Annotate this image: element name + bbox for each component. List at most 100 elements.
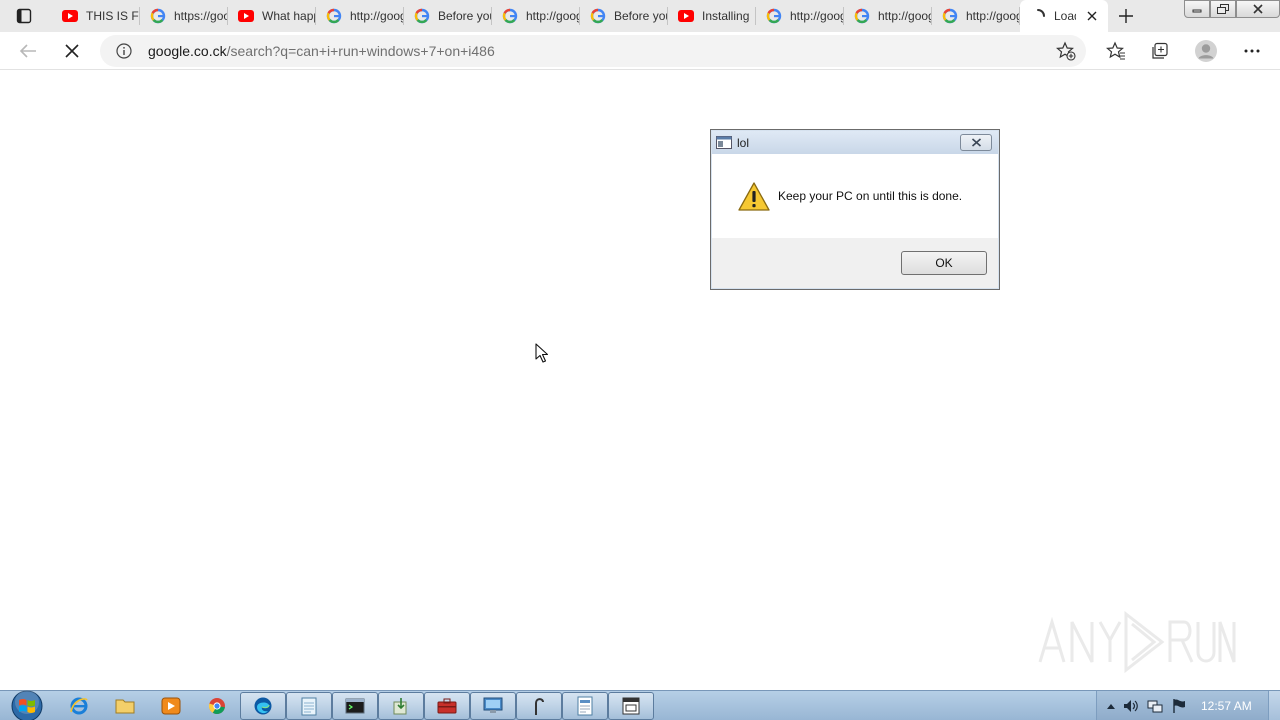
profile-button[interactable] — [1192, 37, 1220, 65]
tab[interactable]: http://google.com — [844, 0, 932, 32]
google-icon — [590, 8, 606, 24]
tab[interactable]: http://google.com — [316, 0, 404, 32]
close-window-button[interactable] — [1236, 0, 1280, 18]
loading-icon — [1030, 8, 1046, 24]
settings-menu-button[interactable] — [1238, 37, 1266, 65]
back-arrow-icon — [19, 44, 36, 58]
flag-icon — [1173, 699, 1185, 713]
avatar — [1195, 40, 1217, 62]
collections-icon — [1152, 42, 1168, 59]
tab[interactable]: Before you continue — [580, 0, 668, 32]
volume-button[interactable] — [1123, 698, 1139, 714]
google-icon — [326, 8, 342, 24]
tab[interactable]: http://google.com — [492, 0, 580, 32]
address-bar[interactable]: google.co.ck/search?q=can+i+run+windows+… — [100, 35, 1086, 67]
terminal-icon — [345, 698, 365, 714]
tab-actions-icon — [16, 8, 32, 24]
mouse-cursor-icon — [535, 343, 549, 363]
internet-explorer-icon — [70, 697, 88, 715]
show-desktop-button[interactable] — [1268, 691, 1280, 720]
cane-icon — [535, 698, 544, 715]
anyrun-watermark-logo — [1038, 610, 1236, 674]
network-button[interactable] — [1147, 698, 1163, 714]
start-button[interactable] — [8, 690, 46, 720]
app-window-icon — [622, 697, 640, 715]
new-tab-button[interactable] — [1112, 4, 1140, 28]
tab[interactable]: THIS IS FLAT EARTH — [52, 0, 140, 32]
dialog-body: Keep your PC on until this is done. — [712, 154, 998, 238]
media-player-icon — [161, 697, 181, 715]
toolbox-icon — [437, 698, 457, 714]
tab-active[interactable]: Loading — [1020, 0, 1108, 32]
tab[interactable]: Before you continue — [404, 0, 492, 32]
restore-button[interactable] — [1210, 0, 1236, 18]
window-controls — [1184, 0, 1280, 18]
taskbar-clock[interactable]: 12:57 AM — [1201, 699, 1252, 713]
add-favorite-icon[interactable] — [1056, 41, 1076, 61]
taskbar-chrome[interactable] — [194, 692, 240, 720]
close-icon — [971, 138, 981, 147]
youtube-icon — [678, 8, 694, 24]
tab-title: http://google.com — [878, 9, 932, 23]
tab[interactable]: https://google.com — [140, 0, 228, 32]
tab-title: http://google.com — [790, 9, 844, 23]
stop-button[interactable] — [58, 37, 86, 65]
action-center-button[interactable] — [1171, 698, 1187, 714]
tab-list: THIS IS FLAT EARTH https://google.com Wh… — [52, 0, 1108, 32]
tab[interactable]: Installing — [668, 0, 756, 32]
tab-strip: THIS IS FLAT EARTH https://google.com Wh… — [0, 0, 1280, 32]
taskbar-document-app[interactable] — [562, 692, 608, 720]
favorites-icon — [1106, 41, 1125, 60]
taskbar-tool-app[interactable] — [378, 692, 424, 720]
taskbar-dialog-app[interactable] — [608, 692, 654, 720]
taskbar: 12:57 AM — [0, 690, 1280, 720]
tab-title: Before you continue — [438, 9, 492, 23]
youtube-icon — [238, 8, 254, 24]
notepad-icon — [301, 697, 317, 716]
ok-button[interactable]: OK — [901, 251, 987, 275]
tab[interactable]: http://google.com — [932, 0, 1020, 32]
close-tab-icon[interactable] — [1084, 8, 1100, 24]
google-icon — [766, 8, 782, 24]
google-icon — [502, 8, 518, 24]
taskbar-internet-explorer[interactable] — [56, 692, 102, 720]
youtube-icon — [62, 8, 78, 24]
taskbar-edge[interactable] — [240, 692, 286, 720]
tab[interactable]: http://google.com — [756, 0, 844, 32]
google-icon — [942, 8, 958, 24]
windows-start-orb-icon — [11, 690, 43, 720]
show-hidden-icons-button[interactable] — [1103, 698, 1119, 714]
google-icon — [854, 8, 870, 24]
url-text[interactable]: google.co.ck/search?q=can+i+run+windows+… — [148, 43, 495, 59]
taskbar-items — [56, 692, 654, 720]
taskbar-mouse-app[interactable] — [516, 692, 562, 720]
close-icon — [1253, 4, 1263, 14]
taskbar-remote-desktop[interactable] — [470, 692, 516, 720]
collections-button[interactable] — [1146, 37, 1174, 65]
taskbar-media-player[interactable] — [148, 692, 194, 720]
warning-icon — [738, 182, 770, 211]
taskbar-file-explorer[interactable] — [102, 692, 148, 720]
network-icon — [1147, 700, 1163, 713]
wrench-app-icon — [393, 698, 407, 715]
tab-title: Loading — [1054, 9, 1076, 23]
taskbar-command-prompt[interactable] — [332, 692, 378, 720]
message-dialog: lol Keep your PC on until this is done. … — [710, 129, 1000, 290]
dialog-close-button[interactable] — [960, 134, 992, 151]
restore-icon — [1217, 4, 1229, 14]
taskbar-red-app[interactable] — [424, 692, 470, 720]
favorites-button[interactable] — [1102, 37, 1130, 65]
tab-title: THIS IS FLAT EARTH — [86, 9, 140, 23]
browser-toolbar: google.co.ck/search?q=can+i+run+windows+… — [0, 32, 1280, 70]
tab-title: http://google.com — [526, 9, 580, 23]
dialog-titlebar[interactable]: lol — [712, 131, 998, 154]
back-button[interactable] — [14, 37, 42, 65]
tab-title: http://google.com — [350, 9, 404, 23]
tab-actions-button[interactable] — [8, 4, 40, 28]
more-icon — [1244, 49, 1260, 53]
tab-title: Before you continue — [614, 9, 668, 23]
taskbar-notepad[interactable] — [286, 692, 332, 720]
site-info-icon[interactable] — [116, 43, 132, 59]
tab[interactable]: What happens — [228, 0, 316, 32]
minimize-button[interactable] — [1184, 0, 1210, 18]
